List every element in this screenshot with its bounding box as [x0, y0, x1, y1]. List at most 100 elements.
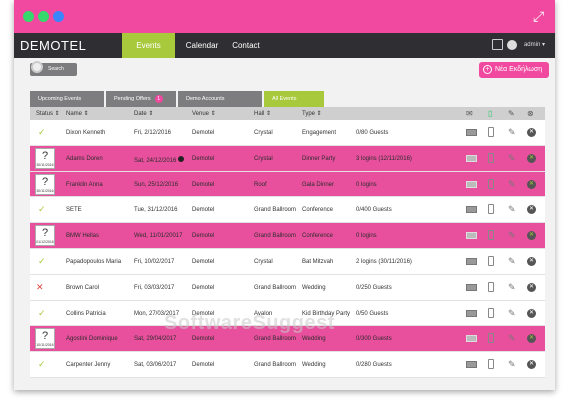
table-row[interactable]: ✕ Brown Carol Fri, 03/03/2017 Demotel Grand … — [30, 274, 545, 301]
user-name: admin — [523, 42, 541, 48]
table-row[interactable]: ? 30/11/2016 Franklin Anna Sun, 25/12/2016 D… — [30, 171, 545, 198]
delete-icon[interactable]: ✕ — [527, 334, 536, 344]
col-type[interactable]: Type ⇕ — [302, 110, 322, 117]
pencil-icon[interactable]: ✎ — [508, 128, 516, 137]
table-row[interactable]: ✓ Dixon Kenneth Fri, 2/12/2016 Demotel Cryst… — [30, 120, 545, 146]
window-minimize-dot[interactable] — [38, 11, 49, 22]
cell-date-text: Tue, 31/12/2016 — [134, 207, 178, 214]
search-button[interactable]: Search — [30, 61, 77, 76]
window-zoom-dot[interactable] — [53, 11, 64, 22]
phone-icon[interactable] — [488, 152, 494, 163]
filter-tab-all[interactable]: All Events — [264, 91, 324, 107]
cell-guests: 0/280 Guests — [356, 362, 392, 369]
cell-name[interactable]: SETE — [66, 207, 82, 213]
mail-icon[interactable] — [466, 232, 477, 240]
expand-icon[interactable]: ⤢ — [533, 9, 547, 23]
mail-header-icon: ✉ — [466, 109, 473, 118]
pencil-icon[interactable]: ✎ — [508, 334, 516, 343]
cell-name[interactable]: Franklin Anna — [66, 182, 103, 188]
cell-venue: Demotel — [192, 207, 215, 214]
pencil-icon[interactable]: ✎ — [508, 179, 516, 189]
mail-icon[interactable] — [466, 129, 477, 136]
mail-icon[interactable] — [466, 154, 477, 162]
cell-type: Conference — [302, 207, 334, 214]
cell-date-text: Sat, 03/06/2017 — [134, 362, 177, 369]
mail-icon[interactable] — [466, 335, 477, 343]
pencil-icon[interactable]: ✎ — [508, 153, 516, 163]
cell-date: Fri, 03/03/2017 — [134, 285, 174, 291]
phone-icon[interactable] — [488, 333, 494, 344]
phone-icon[interactable] — [488, 230, 494, 241]
phone-icon[interactable] — [488, 359, 494, 370]
table-row[interactable]: ✓ Carpenter Jenny Sat, 03/06/2017 Demotel Gr… — [30, 352, 545, 378]
mail-icon[interactable] — [466, 180, 477, 188]
delete-icon[interactable]: ✕ — [527, 153, 536, 163]
col-venue[interactable]: Venue ⇕ — [192, 110, 216, 117]
phone-icon[interactable] — [488, 127, 494, 137]
delete-icon[interactable]: ✕ — [527, 282, 536, 292]
pencil-icon[interactable]: ✎ — [508, 360, 516, 369]
user-menu[interactable]: admin ▾ — [524, 41, 545, 48]
cell-name[interactable]: Papadopoulos Maria — [66, 259, 121, 265]
delete-icon[interactable]: ✕ — [527, 128, 536, 137]
delete-icon[interactable]: ✕ — [527, 308, 536, 318]
phone-icon[interactable] — [488, 307, 494, 318]
col-hall[interactable]: Hall ⇕ — [254, 110, 271, 117]
phone-icon[interactable] — [488, 255, 494, 266]
printer-icon[interactable] — [492, 39, 503, 50]
delete-icon[interactable]: ✕ — [527, 179, 536, 189]
pencil-icon[interactable]: ✎ — [508, 308, 516, 318]
delete-icon[interactable]: ✕ — [527, 205, 536, 215]
cell-hall: Roof — [254, 181, 267, 188]
table-row[interactable]: ? 01/12/2016 BMW Hellas Wed, 11/01/20017 Dem… — [30, 223, 545, 249]
toolbar: Search + Νέα Εκδήλωση — [14, 58, 555, 91]
mail-icon[interactable] — [466, 257, 477, 265]
filter-tab-demo[interactable]: Demo Accounts — [178, 91, 262, 107]
pending-status: ? 10/11/2016 — [35, 328, 55, 350]
cell-name[interactable]: Dixon Kenneth — [66, 130, 105, 136]
table-row[interactable]: ✓ SETE Tue, 31/12/2016 Demotel Grand Ballroo… — [30, 197, 545, 224]
question-icon: ? — [41, 149, 49, 162]
filter-tab-pending[interactable]: Pending Offers 1 — [106, 91, 176, 107]
delete-icon[interactable]: ✕ — [527, 256, 536, 266]
delete-icon[interactable]: ✕ — [527, 231, 536, 241]
cell-guests: 0/300 Guests — [356, 336, 392, 343]
col-status[interactable]: Status ⇕ — [36, 110, 60, 117]
info-icon[interactable] — [178, 155, 185, 162]
avatar[interactable] — [507, 40, 517, 50]
mail-icon[interactable] — [466, 206, 477, 214]
cell-name[interactable]: Brown Carol — [66, 285, 99, 291]
pencil-icon[interactable]: ✎ — [508, 256, 516, 266]
nav-tab-contact[interactable]: Contact — [226, 33, 266, 58]
cell-name[interactable]: BMW Hellas — [66, 233, 99, 239]
mail-icon[interactable] — [466, 361, 477, 369]
pencil-icon[interactable]: ✎ — [508, 205, 516, 214]
mail-icon[interactable] — [466, 283, 477, 291]
cell-name[interactable]: Adams Doren — [66, 156, 103, 162]
cell-type: Bat Mitzvah — [302, 258, 334, 265]
phone-icon[interactable] — [488, 178, 494, 189]
cell-name[interactable]: Collins Patricia — [66, 311, 106, 317]
col-date[interactable]: Date ⇕ — [134, 110, 153, 117]
cell-name[interactable]: Agostini Dominique — [66, 336, 118, 342]
search-icon — [31, 61, 43, 73]
window-close-dot[interactable] — [23, 11, 34, 22]
col-name[interactable]: Name ⇕ — [66, 110, 89, 117]
pencil-icon[interactable]: ✎ — [508, 231, 516, 240]
pending-status: ? 30/11/2016 — [35, 147, 55, 169]
pencil-header-icon: ✎ — [508, 109, 515, 118]
col-hall-label: Hall — [254, 111, 265, 117]
table-row[interactable]: ? 30/11/2016 Adams Doren Sat, 24/12/2016 Dem… — [30, 145, 545, 172]
phone-icon[interactable] — [488, 281, 494, 292]
phone-icon[interactable] — [488, 204, 494, 215]
delete-icon[interactable]: ✕ — [527, 360, 536, 370]
nav-tab-calendar[interactable]: Calendar — [180, 33, 224, 58]
nav-tab-events[interactable]: Events — [122, 33, 175, 58]
new-event-button[interactable]: + Νέα Εκδήλωση — [479, 62, 549, 78]
table-row[interactable]: ✓ Papadopoulos Maria Fri, 10/02/2017 Demote… — [30, 248, 545, 275]
filter-tab-upcoming[interactable]: Upcoming Events — [30, 91, 104, 107]
cell-name[interactable]: Carpenter Jenny — [66, 362, 110, 368]
mail-icon[interactable] — [466, 309, 477, 317]
cell-guests: 0 logins — [356, 181, 377, 188]
pencil-icon[interactable]: ✎ — [508, 282, 516, 292]
